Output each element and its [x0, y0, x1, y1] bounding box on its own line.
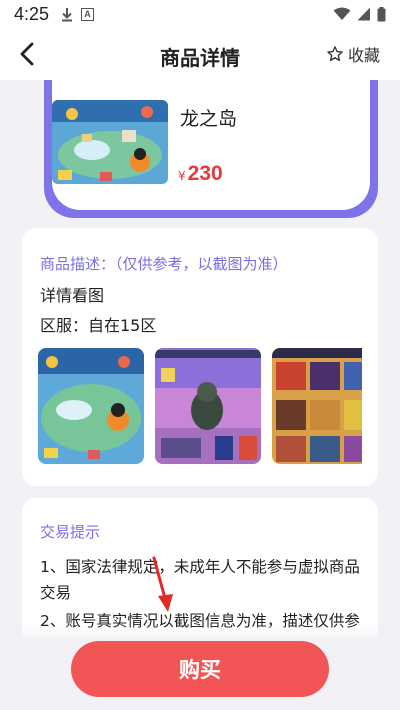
annotation-arrow-icon	[152, 556, 173, 612]
favorite-label: 收藏	[347, 46, 380, 65]
star-icon	[327, 46, 343, 62]
tip-line-1-cont: 交易	[40, 584, 72, 602]
status-time: 4:25	[14, 3, 50, 24]
screenshot-1[interactable]	[38, 348, 144, 464]
price-value: 230	[187, 162, 223, 185]
product-thumbnail[interactable]	[52, 100, 168, 184]
screenshot-3[interactable]	[272, 348, 362, 464]
product-name: 龙之岛	[180, 108, 238, 130]
favorite-button[interactable]: 收藏	[326, 42, 380, 66]
tip-line-1: 1、国家法律规定，未成年人不能参与虚拟商品	[40, 558, 360, 576]
screenshot-2[interactable]	[155, 348, 261, 464]
download-icon	[62, 7, 73, 21]
wifi-icon	[333, 7, 351, 20]
app-header: 商品详情 收藏	[0, 28, 400, 80]
product-price: ¥ 230	[178, 162, 223, 186]
signal-icon	[357, 7, 370, 21]
back-button[interactable]	[12, 38, 42, 70]
buy-button[interactable]: 购买	[71, 641, 329, 697]
detail-title: 详情看图	[40, 286, 105, 305]
battery-icon	[377, 6, 386, 21]
server-text: 区服：自在15区	[40, 316, 157, 335]
back-arrow-icon	[20, 42, 34, 66]
tips-fade	[22, 626, 378, 640]
tips-label: 交易提示	[40, 523, 101, 541]
a-notification-icon: A	[81, 7, 95, 21]
status-bar: 4:25 A	[0, 0, 400, 28]
screenshot-gallery[interactable]	[38, 348, 362, 464]
description-label: 商品描述：（仅供参考，以截图为准）	[40, 255, 288, 273]
price-currency: ¥	[178, 169, 186, 183]
